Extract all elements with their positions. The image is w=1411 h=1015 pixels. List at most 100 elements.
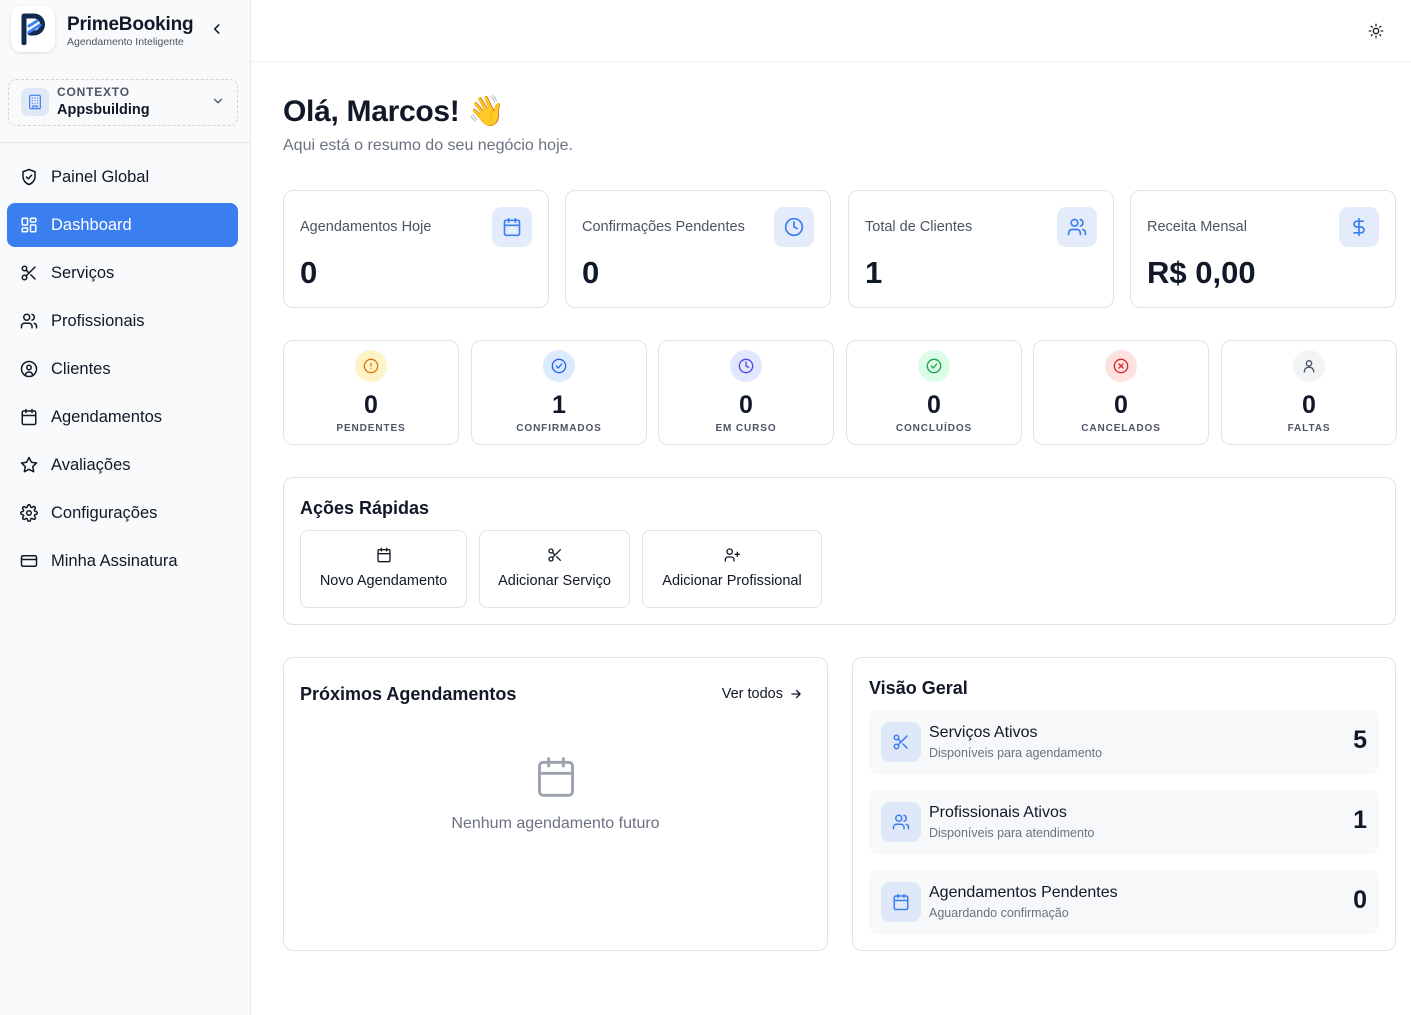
status-value: 0 [1114,391,1128,419]
status-card-confirmados: 1 CONFIRMADOS [471,340,647,445]
app-name: PrimeBooking [67,14,194,35]
scissors-icon [21,265,36,281]
page-subtitle: Aqui está o resumo do seu negócio hoje. [283,137,573,154]
overview-row-title: Profissionais Ativos [929,804,1067,821]
sidebar-item-servicos[interactable]: Serviços [7,251,238,295]
context-label: CONTEXTO [57,85,130,99]
quick-actions-panel: Ações Rápidas Novo Agendamento Adicionar… [283,477,1396,625]
overview-row-value: 0 [1353,886,1367,914]
page-title: Olá, Marcos! 👋 [283,95,505,128]
sun-icon [1368,23,1384,39]
sidebar-item-label: Profissionais [51,311,145,330]
scissors-icon [881,722,921,762]
dollar-icon [1339,207,1379,247]
empty-state-text: Nenhum agendamento futuro [451,815,660,832]
grid-icon [21,217,37,233]
logo-p-icon [21,13,45,45]
arrow-right-icon [791,689,801,699]
status-label: FALTAS [1287,423,1331,434]
context-value: Appsbuilding [57,102,150,118]
overview-row-title: Agendamentos Pendentes [929,884,1118,901]
upcoming-title: Próximos Agendamentos [300,684,517,704]
sidebar-item-painel-global[interactable]: Painel Global [7,155,238,199]
user-circle-icon [20,360,38,378]
credit-card-icon [20,555,38,567]
status-value: 0 [1302,391,1316,419]
shield-check-icon [22,168,36,186]
status-value: 0 [739,391,753,419]
overview-row-value: 5 [1353,726,1367,754]
overview-title: Visão Geral [869,678,968,698]
status-label: PENDENTES [336,423,406,434]
building-icon [21,88,49,116]
add-professional-button[interactable]: Adicionar Profissional [642,530,822,608]
stat-label: Agendamentos Hoje [300,219,432,235]
gear-icon [20,504,38,522]
app-logo [11,6,55,52]
check-circle-icon [918,350,950,382]
upcoming-appointments-panel: Próximos Agendamentos Ver todos Nenhum a… [283,657,828,951]
sidebar-item-configuracoes[interactable]: Configurações [7,491,238,535]
stat-value: 0 [582,255,600,290]
sidebar-item-label: Configurações [51,503,158,522]
sidebar-item-clientes[interactable]: Clientes [7,347,238,391]
calendar-icon [21,408,37,426]
user-icon [1293,350,1325,382]
add-service-button[interactable]: Adicionar Serviço [479,530,630,608]
overview-row-subtitle: Aguardando confirmação [929,906,1069,920]
stat-card-total-clientes: Total de Clientes 1 [848,190,1114,308]
stat-value: 0 [300,255,318,290]
users-icon [881,802,921,842]
stat-value: 1 [865,255,883,290]
sidebar-item-avaliacoes[interactable]: Avaliações [7,443,238,487]
clock-icon [774,207,814,247]
view-all-label: Ver todos [721,686,783,702]
app-tagline: Agendamento Inteligente [67,36,184,48]
status-card-cancelados: 0 CANCELADOS [1033,340,1209,445]
overview-row-value: 1 [1353,806,1367,834]
stat-value: R$ 0,00 [1147,255,1256,290]
sidebar-item-dashboard[interactable]: Dashboard [7,203,238,247]
stat-label: Confirmações Pendentes [582,219,745,235]
button-label: Adicionar Profissional [662,573,802,589]
topbar [251,0,1411,62]
user-plus-icon [724,548,740,562]
sidebar-item-profissionais[interactable]: Profissionais [7,299,238,343]
button-label: Adicionar Serviço [498,573,611,589]
sidebar-item-agendamentos[interactable]: Agendamentos [7,395,238,439]
collapse-sidebar-button[interactable] [207,19,227,39]
overview-row-title: Serviços Ativos [929,724,1038,741]
view-all-link[interactable]: Ver todos [722,686,803,702]
status-label: EM CURSO [715,423,777,434]
calendar-icon [538,757,574,797]
stat-label: Receita Mensal [1147,219,1247,235]
users-icon [1057,207,1097,247]
users-icon [20,313,38,329]
sidebar: PrimeBooking Agendamento Inteligente CON… [0,0,251,1015]
theme-toggle-button[interactable] [1366,21,1386,41]
stat-card-confirmacoes-pendentes: Confirmações Pendentes 0 [565,190,831,308]
stat-card-receita-mensal: Receita Mensal R$ 0,00 [1130,190,1396,308]
check-circle-icon [543,350,575,382]
stat-card-agendamentos-hoje: Agendamentos Hoje 0 [283,190,549,308]
context-selector[interactable]: CONTEXTO Appsbuilding [8,79,238,126]
status-label: CANCELADOS [1081,423,1161,434]
calendar-icon [492,207,532,247]
sidebar-item-label: Clientes [51,359,111,378]
sidebar-item-label: Dashboard [51,215,132,234]
status-label: CONFIRMADOS [516,423,602,434]
sidebar-item-label: Avaliações [51,455,131,474]
status-value: 0 [927,391,941,419]
status-value: 1 [552,391,566,419]
status-label: CONCLUÍDOS [895,423,973,434]
sidebar-item-label: Agendamentos [51,407,162,426]
scissors-icon [547,548,561,562]
status-card-faltas: 0 FALTAS [1221,340,1397,445]
sidebar-item-minha-assinatura[interactable]: Minha Assinatura [7,539,238,583]
new-appointment-button[interactable]: Novo Agendamento [300,530,467,608]
chevron-down-icon [211,94,225,108]
overview-row-agendamentos-pendentes: Agendamentos Pendentes Aguardando confir… [869,870,1379,934]
sidebar-divider [0,142,250,143]
overview-panel: Visão Geral Serviços Ativos Disponíveis … [852,657,1396,951]
sidebar-nav: Painel Global Dashboard Serviços Profiss… [7,155,238,587]
